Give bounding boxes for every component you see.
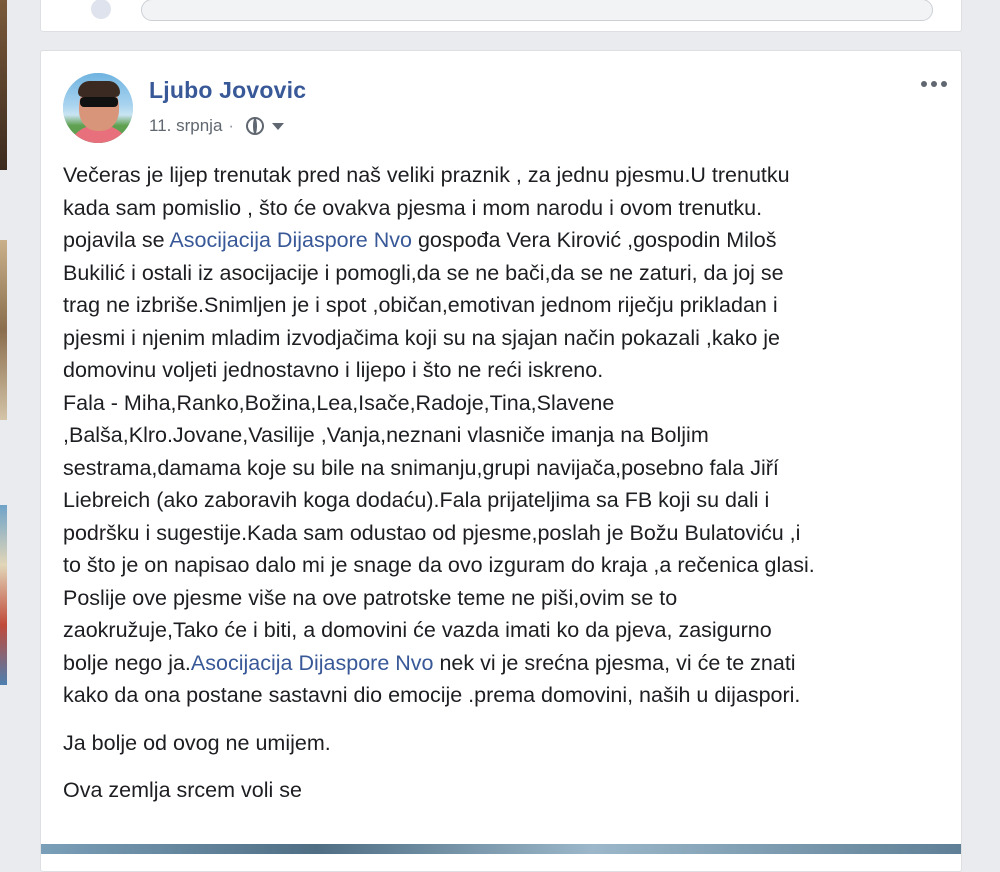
avatar (91, 0, 111, 19)
post-text-segment: Večeras je lijep trenutak pred naš velik… (63, 163, 790, 187)
post-text-segment: sestrama,damama koje su bile na snimanju… (63, 455, 779, 480)
globe-icon[interactable] (246, 117, 265, 135)
page-mention-link[interactable]: Asocijacija Dijaspore Nvo (169, 228, 412, 252)
post-text-segment: kada sam pomislio , što će ovakva pjesma… (63, 195, 763, 220)
cropped-thumbnail[interactable] (0, 505, 7, 685)
post-text-segment: Bukilić i ostali iz asocijacije i pomogl… (63, 260, 784, 285)
author-name-link[interactable]: Ljubo Jovovic (149, 77, 306, 104)
caret-down-icon[interactable] (272, 122, 285, 130)
post-meta: 11. srpnja · (149, 115, 285, 137)
meta-separator: · (228, 116, 235, 135)
previous-post-footer (40, 0, 962, 32)
post-text-segment: pjesmi i njenim mladim izvodjačima koji … (63, 325, 780, 350)
post-text-segment: ,Balša,Klro.Jovane,Vasilije ,Vanja,nezna… (63, 423, 709, 447)
comment-input[interactable] (141, 0, 933, 21)
post-date-link[interactable]: 11. srpnja (149, 116, 222, 136)
post-text-segment: zaokružuje,Tako će i biti, a domovini će… (63, 618, 772, 642)
left-column-edge (0, 0, 16, 846)
post-text-segment: Fala - Miha,Ranko,Božina,Lea,Isače,Radoj… (63, 390, 615, 415)
post-text-segment: pojavila se (63, 228, 170, 252)
post-text-segment: Ova zemlja srcem voli se (63, 778, 302, 802)
post-paragraph: Ova zemlja srcem voli se (63, 774, 943, 807)
author-avatar[interactable] (63, 73, 133, 143)
post-text-segment: gospođa Vera Kirović ,gospodin Miloš (411, 228, 777, 252)
post-text-segment: Poslije ove pjesme više na ove patrotske… (63, 585, 678, 610)
post-text-segment: domovinu voljeti jednostavno i lijepo i … (63, 358, 604, 382)
post-text-segment: bolje nego ja. (63, 650, 191, 675)
post-text-segment: Ja bolje od ovog ne umijem. (63, 730, 331, 755)
more-dots-icon (921, 81, 927, 87)
more-options-button[interactable] (921, 81, 947, 87)
post-text-segment: trag ne izbriše.Snimljen je i spot ,obič… (63, 293, 778, 317)
post-text-segment: podršku i sugestije.Kada sam odustao od … (63, 520, 801, 545)
feed-post: Ljubo Jovovic 11. srpnja · Večeras je li… (40, 50, 962, 872)
post-paragraph: Ja bolje od ovog ne umijem. (63, 727, 943, 760)
post-text-segment: Liebreich (ako zaboravih koga dodaću).Fa… (63, 488, 770, 512)
post-text-segment: kako da ona postane sastavni dio emocije… (63, 683, 801, 707)
post-text-segment: nek vi je srećna pjesma, vi će te znati (433, 650, 796, 675)
cropped-thumbnail[interactable] (0, 0, 7, 170)
post-text: Večeras je lijep trenutak pred naš velik… (63, 159, 943, 807)
post-paragraph: Večeras je lijep trenutak pred naš velik… (63, 159, 943, 712)
page-mention-link[interactable]: Asocijacija Dijaspore Nvo (191, 651, 434, 675)
cropped-thumbnail[interactable] (0, 240, 7, 420)
post-text-segment: to što je on napisao dalo mi je snage da… (63, 553, 815, 577)
